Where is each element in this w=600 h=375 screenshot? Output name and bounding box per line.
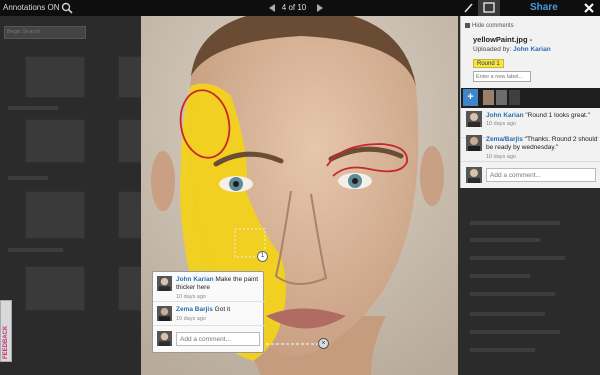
zoom-icon[interactable] bbox=[61, 2, 73, 14]
background-thumbnail bbox=[25, 56, 85, 98]
hide-comments-checkbox-icon bbox=[465, 23, 470, 28]
close-icon[interactable] bbox=[582, 1, 596, 15]
round-label-tag[interactable]: Round 1 bbox=[473, 59, 504, 68]
box-tool-icon bbox=[483, 2, 495, 13]
comment-timestamp: 10 days ago bbox=[486, 154, 516, 160]
feedback-tab-label: FEEDBACK bbox=[3, 325, 9, 359]
background-thumbnail bbox=[118, 191, 142, 239]
background-text-line bbox=[470, 256, 565, 260]
background-thumbnail bbox=[118, 56, 142, 98]
background-thumbnail bbox=[25, 266, 85, 311]
current-user-avatar bbox=[466, 167, 482, 183]
comment-avatar bbox=[466, 111, 482, 127]
avatar-person-icon bbox=[468, 113, 480, 127]
comment-avatar bbox=[157, 276, 172, 291]
left-pupil bbox=[233, 181, 239, 187]
annotation-pin[interactable]: 1 bbox=[257, 251, 268, 262]
background-text-line bbox=[470, 348, 535, 352]
avatar-person-icon bbox=[468, 137, 480, 151]
comment-author[interactable]: Zema/Barjis bbox=[486, 136, 523, 143]
background-text-line bbox=[470, 221, 560, 225]
background-text-line bbox=[470, 312, 545, 316]
add-comment-input[interactable] bbox=[486, 168, 596, 182]
background-search-placeholder: Begin Search bbox=[7, 29, 41, 35]
background-thumbnail bbox=[118, 266, 142, 311]
file-name: yellowPaint.jpg - bbox=[473, 35, 533, 44]
comment-author[interactable]: John Karian bbox=[176, 276, 214, 283]
avatar-person-icon bbox=[468, 169, 480, 183]
popup-comment-item: Zema Barjis Got it 10 days ago bbox=[153, 302, 265, 326]
background-text-line bbox=[8, 106, 58, 110]
comment-timestamp: 10 days ago bbox=[176, 316, 206, 322]
box-tool-button[interactable] bbox=[478, 0, 500, 16]
background-search-input: Begin Search bbox=[4, 26, 86, 39]
current-user-avatar bbox=[157, 331, 172, 346]
avatar-person-icon bbox=[158, 307, 171, 321]
uploaded-by-prefix: Uploaded by: bbox=[473, 46, 512, 53]
comment-avatar bbox=[157, 306, 172, 321]
comment-text: Zema/Barjis "Thanks. Round 2 should be r… bbox=[486, 136, 598, 152]
comments-panel: Hide comments yellowPaint.jpg - Uploaded… bbox=[460, 16, 600, 188]
comment-timestamp: 10 days ago bbox=[486, 121, 516, 127]
background-text-line bbox=[470, 292, 555, 296]
participant-avatar[interactable] bbox=[496, 90, 507, 105]
background-thumbnail bbox=[25, 191, 85, 239]
uploaded-by: Uploaded by: John Karian bbox=[473, 46, 551, 53]
annotation-close-icon[interactable]: × bbox=[318, 338, 329, 349]
right-ear bbox=[420, 146, 444, 206]
comment-author[interactable]: Zema Barjis bbox=[176, 306, 213, 313]
new-label-input[interactable] bbox=[473, 71, 531, 82]
left-ear bbox=[151, 151, 175, 211]
background-text-line bbox=[470, 330, 560, 334]
pen-icon[interactable] bbox=[462, 2, 474, 14]
background-thumbnail bbox=[25, 119, 85, 163]
comment-item: Zema/Barjis "Thanks. Round 2 should be r… bbox=[461, 132, 600, 162]
annotations-toggle[interactable]: Annotations ON bbox=[3, 3, 59, 12]
comment-text: John Karian Make the paint thicker here bbox=[176, 276, 262, 292]
add-comment-row bbox=[461, 162, 600, 188]
add-participant-button[interactable]: + bbox=[463, 89, 478, 106]
comment-timestamp: 10 days ago bbox=[176, 294, 206, 300]
right-pupil bbox=[352, 178, 358, 184]
comment-body: Got it bbox=[214, 306, 231, 313]
background-text-line bbox=[470, 238, 540, 242]
comment-body: "Round 1 looks great." bbox=[525, 112, 590, 119]
avatar-person-icon bbox=[158, 277, 171, 291]
participant-strip: + bbox=[461, 88, 600, 108]
hide-comments-toggle[interactable]: Hide comments bbox=[465, 23, 514, 29]
popup-comment-item: John Karian Make the paint thicker here … bbox=[153, 272, 265, 302]
next-arrow-icon[interactable] bbox=[315, 2, 325, 14]
background-thumbnail bbox=[118, 119, 142, 163]
top-toolbar: Annotations ON 4 of 10 Share bbox=[0, 0, 600, 16]
avatar-person-icon bbox=[158, 332, 171, 346]
background-text-line bbox=[470, 274, 530, 278]
feedback-tab[interactable]: FEEDBACK bbox=[0, 300, 12, 362]
participant-avatar[interactable] bbox=[483, 90, 494, 105]
share-button[interactable]: Share bbox=[530, 2, 558, 13]
comment-avatar bbox=[466, 135, 482, 151]
comment-text: John Karian "Round 1 looks great." bbox=[486, 112, 598, 120]
participant-avatar[interactable] bbox=[509, 90, 520, 105]
background-text-line bbox=[8, 248, 63, 252]
comment-author[interactable]: John Karian bbox=[486, 112, 524, 119]
popup-add-comment-input[interactable] bbox=[176, 332, 260, 346]
background-text-line bbox=[8, 176, 48, 180]
annotation-comment-popup: John Karian Make the paint thicker here … bbox=[152, 271, 265, 353]
uploaded-by-name[interactable]: John Karian bbox=[513, 46, 551, 53]
hide-comments-label: Hide comments bbox=[472, 23, 514, 30]
comment-text: Zema Barjis Got it bbox=[176, 306, 262, 314]
